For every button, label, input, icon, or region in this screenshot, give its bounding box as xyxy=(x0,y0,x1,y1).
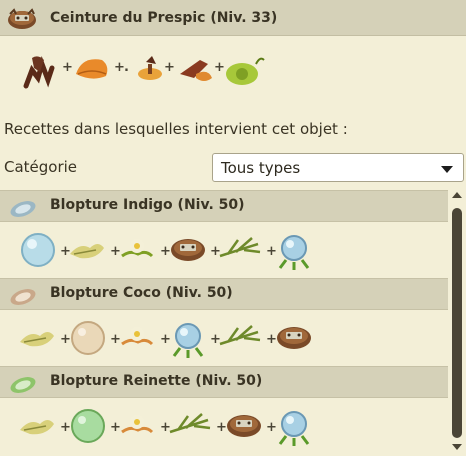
scroll-down-icon[interactable] xyxy=(452,444,462,450)
green-disc-icon xyxy=(10,377,36,393)
beige-orb-icon[interactable] xyxy=(68,318,108,358)
recipe-title: Blopture Reinette (Niv. 50) xyxy=(50,373,263,389)
scrollbar[interactable] xyxy=(450,190,464,456)
category-label: Catégorie xyxy=(4,158,78,176)
prespic-belt-icon xyxy=(8,8,36,29)
item-title: Ceinture du Prespic (Niv. 33) xyxy=(50,10,278,26)
prespic-belt-icon[interactable] xyxy=(274,318,314,354)
recipe-ingredients: + + + + + xyxy=(0,224,448,280)
recipes-caption: Recettes dans lesquelles intervient cet … xyxy=(4,120,348,138)
green-snail-icon[interactable] xyxy=(222,50,266,90)
white-flower-icon[interactable] xyxy=(118,408,156,440)
orange-leaf-icon[interactable] xyxy=(72,52,112,88)
recipe-title: Blopture Coco (Niv. 50) xyxy=(50,285,233,301)
blue-gem-icon[interactable] xyxy=(276,230,312,270)
white-flower-icon[interactable] xyxy=(118,320,156,352)
scroll-up-icon[interactable] xyxy=(452,192,462,198)
tan-disc-icon xyxy=(10,289,36,305)
category-selected-value: Tous types xyxy=(221,159,301,177)
mushroom-icon[interactable] xyxy=(128,52,168,88)
chevron-down-icon xyxy=(441,166,453,173)
brown-tail-icon[interactable] xyxy=(174,50,216,90)
prespic-belt-icon[interactable] xyxy=(168,230,208,266)
blue-gem-icon[interactable] xyxy=(276,406,312,446)
scroll-thumb[interactable] xyxy=(452,208,462,438)
blue-disc-icon xyxy=(10,201,36,217)
prespic-belt-icon[interactable] xyxy=(224,406,264,442)
yellow-flower-icon[interactable] xyxy=(68,234,106,264)
category-select[interactable]: Tous types xyxy=(212,153,464,182)
recipe-header[interactable]: Blopture Coco (Niv. 50) xyxy=(0,278,448,310)
item-header: Ceinture du Prespic (Niv. 33) xyxy=(0,0,466,36)
green-orb-icon[interactable] xyxy=(68,406,108,446)
recipe-ingredients: + + + + + xyxy=(0,400,448,456)
recipe-list: Blopture Indigo (Niv. 50) + + + + + Blop… xyxy=(0,188,466,456)
ingredient-list: + + . + + xyxy=(0,44,466,96)
yellow-flower-icon[interactable] xyxy=(18,410,56,440)
white-flower-icon[interactable] xyxy=(118,232,156,264)
recipe-header[interactable]: Blopture Indigo (Niv. 50) xyxy=(0,190,448,222)
recipe-header[interactable]: Blopture Reinette (Niv. 50) xyxy=(0,366,448,398)
grass-sprig-icon[interactable] xyxy=(168,410,212,440)
grass-sprig-icon[interactable] xyxy=(218,234,262,264)
yellow-flower-icon[interactable] xyxy=(18,322,56,352)
blue-gem-icon[interactable] xyxy=(170,318,206,358)
blue-orb-icon[interactable] xyxy=(18,230,58,270)
claw-icon[interactable] xyxy=(18,50,58,90)
recipe-ingredients: + + + + + xyxy=(0,312,448,368)
grass-sprig-icon[interactable] xyxy=(218,322,262,352)
recipe-title: Blopture Indigo (Niv. 50) xyxy=(50,197,245,213)
